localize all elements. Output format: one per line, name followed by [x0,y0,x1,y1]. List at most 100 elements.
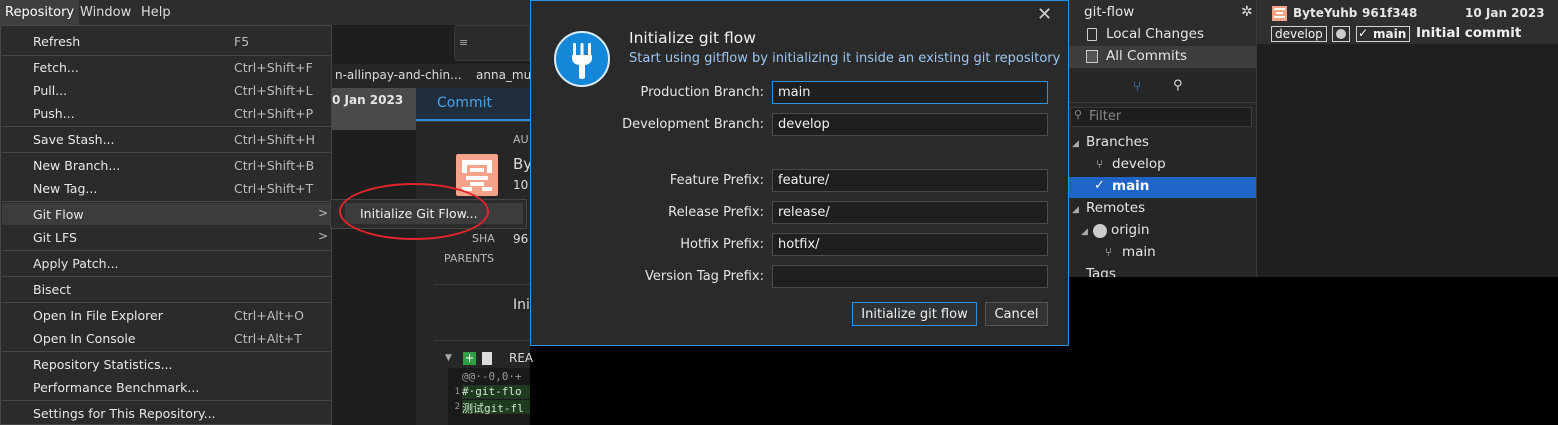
github-icon [1093,224,1107,238]
initialize-git-flow-button[interactable]: Initialize git flow [852,302,977,326]
line-number: 2 [454,402,460,412]
menu-separator [2,250,331,251]
commit-author: ByteYuhb [1293,6,1358,20]
divider [434,340,530,341]
menu-item-refresh[interactable]: Refresh F5 [2,30,331,52]
repository-menu: Refresh F5 Fetch... Ctrl+Shift+F Pull... Ct… [0,25,332,425]
menu-repository[interactable]: Repository [0,0,80,25]
file-icon [482,352,492,365]
tab-commit[interactable]: Commit [437,95,492,111]
development-branch-label: Development Branch: [622,117,764,132]
branch-icon[interactable]: ⑂ [1133,79,1141,95]
menu-separator [2,400,331,401]
commit-date: 0 Jan 2023 [332,93,404,107]
toolbar-search-box[interactable]: ≡ [454,25,530,61]
commit-date: 10 Jan 2023 [1465,6,1545,20]
branch-icon: ⑂ [1105,245,1113,259]
version-tag-prefix-field[interactable] [772,265,1048,288]
development-branch-field[interactable] [772,113,1048,136]
production-branch-field[interactable] [772,81,1048,104]
expand-icon[interactable]: ◢ [1072,205,1079,215]
menu-item-git-flow[interactable]: Git Flow > [2,203,331,225]
branch-main[interactable]: main [1112,178,1149,194]
file-name[interactable]: REA [509,351,533,365]
gear-icon[interactable]: ✲ [1241,4,1253,20]
tags-header[interactable]: Tags [1086,266,1116,277]
hotfix-prefix-label: Hotfix Prefix: [680,237,764,252]
menu-item-push[interactable]: Push... Ctrl+Shift+P [2,102,331,124]
release-prefix-field[interactable] [772,201,1048,224]
menu-item-apply-patch[interactable]: Apply Patch... [2,252,331,274]
close-icon[interactable]: ✕ [1037,4,1052,25]
dialog-title: Initialize git flow [629,29,756,47]
remotes-header[interactable]: Remotes [1086,200,1145,216]
dialog-subtitle: Start using gitflow by initializing it i… [629,51,1061,66]
branch-icon: ⑂ [1096,157,1104,171]
remote-branch-main[interactable]: main [1122,244,1156,260]
branch-develop[interactable]: develop [1112,156,1166,172]
branch-badge-main[interactable]: main [1356,26,1411,42]
diff-line: #·git-flo [462,385,522,398]
commit-date-detail: 10 [513,178,529,192]
github-icon [1332,26,1350,42]
menu-item-new-tag[interactable]: New Tag... Ctrl+Shift+T [2,177,331,199]
menu-item-performance-benchmark[interactable]: Performance Benchmark... [2,376,331,398]
menu-item-bisect[interactable]: Bisect [2,278,331,300]
list-icon: ≡ [459,36,469,49]
menu-help[interactable]: Help [136,0,176,25]
cancel-button[interactable]: Cancel [985,302,1048,326]
feature-prefix-field[interactable] [772,169,1048,192]
menu-separator [2,152,331,153]
menu-separator [2,302,331,303]
fork-logo-icon [554,31,610,87]
remote-origin[interactable]: origin [1111,222,1149,238]
repo-tab[interactable]: n-allinpay-and-chin... [335,68,462,82]
branches-header[interactable]: Branches [1086,134,1149,150]
divider [416,121,530,122]
menu-item-repository-statistics[interactable]: Repository Statistics... [2,353,331,375]
feature-prefix-label: Feature Prefix: [669,173,764,188]
expand-icon[interactable]: ◢ [1072,139,1079,149]
version-tag-prefix-label: Version Tag Prefix: [644,269,764,284]
avatar [1272,6,1287,21]
chevron-right-icon: > [318,229,329,243]
check-icon: ✓ [1094,178,1105,193]
search-icon: ⚲ [1074,108,1083,121]
menu-item-new-branch[interactable]: New Branch... Ctrl+Shift+B [2,154,331,176]
commit-sha: 961f348 [1362,6,1418,20]
sha-label: SHA [472,232,495,245]
expand-icon[interactable]: ◢ [1081,227,1088,237]
selected-commit-row[interactable]: 0 Jan 2023 [330,88,416,130]
menu-window[interactable]: Window [75,0,136,25]
menu-item-save-stash[interactable]: Save Stash... Ctrl+Shift+H [2,128,331,150]
menu-item-fetch[interactable]: Fetch... Ctrl+Shift+F [2,56,331,78]
local-changes-icon [1087,28,1097,41]
menu-separator [2,276,331,277]
sidebar-item-local-changes[interactable]: Local Changes [1106,26,1204,42]
search-icon[interactable]: ⚲ [1173,78,1183,93]
parents-label: PARENTS [444,252,494,265]
added-file-icon: + [463,351,476,365]
menu-separator [2,201,331,202]
commit-message: Ini [513,297,530,313]
menu-bar: Repository Window Help [0,0,530,25]
repo-tab[interactable]: anna_mus [476,68,537,82]
menu-item-repository-settings[interactable]: Settings for This Repository... [2,402,331,424]
release-prefix-label: Release Prefix: [668,205,764,220]
menu-item-git-lfs[interactable]: Git LFS > [2,226,331,248]
menu-item-pull[interactable]: Pull... Ctrl+Shift+L [2,79,331,101]
diff-hunk-header: @@·-0,0·+ [462,370,522,383]
commit-message: Initial commit [1416,25,1522,41]
annotation-circle [339,183,489,240]
hotfix-prefix-field[interactable] [772,233,1048,256]
filter-placeholder: Filter [1089,109,1122,124]
collapse-icon[interactable]: ▼ [445,353,452,363]
sidebar-item-all-commits[interactable]: All Commits [1106,48,1187,64]
sidebar-toolbar [1069,70,1256,103]
menu-item-open-in-file-explorer[interactable]: Open In File Explorer Ctrl+Alt+O [2,304,331,326]
all-commits-icon [1086,50,1098,63]
menu-separator [2,351,331,352]
branch-badge-develop[interactable]: develop [1271,26,1327,42]
sha-value: 96 [513,232,529,246]
menu-item-open-in-console[interactable]: Open In Console Ctrl+Alt+T [2,327,331,349]
